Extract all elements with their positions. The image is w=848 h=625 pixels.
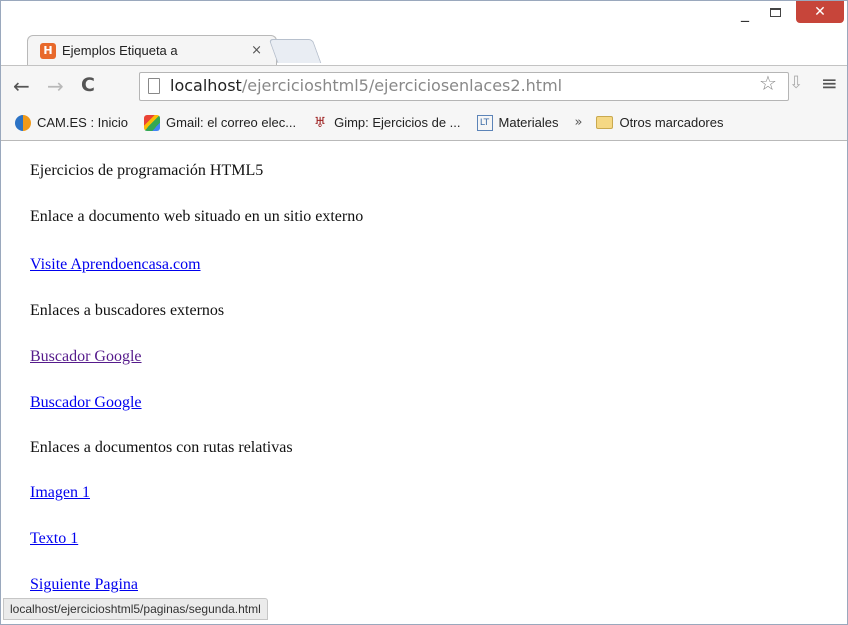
status-bar-url: localhost/ejercicioshtml5/paginas/segund… [3,598,268,620]
bookmark-gimp[interactable]: ♅ Gimp: Ejercicios de ... [312,114,461,131]
back-arrow-icon[interactable]: ← [13,74,30,98]
maximize-button[interactable] [761,1,789,23]
url-host: localhost [170,76,242,95]
folder-icon [596,116,614,129]
bookmark-label: Materiales [498,115,559,130]
html5-favicon-icon: H [40,42,56,59]
close-window-button[interactable]: ✕ [796,1,844,23]
cam-icon [15,114,31,131]
bookmark-label: CAM.ES : Inicio [37,115,129,130]
new-tab-button[interactable] [268,39,322,63]
tab-close-icon[interactable]: × [251,43,262,58]
link-aprendoencasa[interactable]: Visite Aprendoencasa.com [30,256,201,273]
extension-icon[interactable]: ⇩ [789,73,803,93]
bookmark-gmail[interactable]: Gmail: el correo elec... [144,114,297,131]
page-content: Ejercicios de programación HTML5 Enlace … [1,142,847,624]
browser-window: H Ejemplos Etiqueta a × _ ✕ ← → C localh… [0,0,848,625]
menu-icon[interactable]: ≡ [821,71,838,95]
search-intro-text: Enlaces a buscadores externos [30,302,225,319]
link-texto-1[interactable]: Texto 1 [30,530,78,547]
url-path: /ejercicioshtml5/ejerciciosenlaces2.html [241,76,563,95]
gmail-icon [144,114,161,131]
link-siguiente-pagina[interactable]: Siguiente Pagina [30,576,138,593]
url-text[interactable]: localhost/ejercicioshtml5/ejerciciosenla… [170,76,562,95]
minimize-button[interactable]: _ [731,1,759,23]
tab-active[interactable]: H Ejemplos Etiqueta a × [27,35,277,65]
bookmark-star-icon[interactable]: ☆ [759,71,777,95]
gimp-icon: ♅ [313,114,327,131]
page-heading: Ejercicios de programación HTML5 [30,162,264,179]
forward-arrow-icon[interactable]: → [47,74,64,98]
bookmark-materiales[interactable]: LT Materiales [476,114,559,131]
page-icon [148,78,160,94]
materiales-icon: LT [476,114,493,131]
more-bookmarks-chevron-icon[interactable]: » [574,115,582,130]
tab-title: Ejemplos Etiqueta a [62,43,178,58]
bookmark-cam[interactable]: CAM.ES : Inicio [15,114,129,131]
link-imagen-1[interactable]: Imagen 1 [30,484,90,501]
bookmark-label: Gmail: el correo elec... [166,115,297,130]
link-google-2[interactable]: Buscador Google [30,394,142,411]
maximize-icon [769,7,781,17]
navigation-toolbar: ← → C localhost/ejercicioshtml5/ejercici… [1,65,847,105]
address-bar[interactable]: localhost/ejercicioshtml5/ejerciciosenla… [139,72,789,101]
bookmark-other-folder[interactable]: Otros marcadores [596,115,724,130]
reload-icon[interactable]: C [81,74,95,96]
link-google-1[interactable]: Buscador Google [30,348,142,365]
bookmarks-bar: CAM.ES : Inicio Gmail: el correo elec...… [1,105,847,141]
bookmark-label: Otros marcadores [619,115,724,130]
external-intro-text: Enlace a documento web situado en un sit… [30,208,364,225]
relative-intro-text: Enlaces a documentos con rutas relativas [30,439,293,456]
title-bar: H Ejemplos Etiqueta a × _ ✕ [1,1,847,65]
bookmark-label: Gimp: Ejercicios de ... [334,115,461,130]
